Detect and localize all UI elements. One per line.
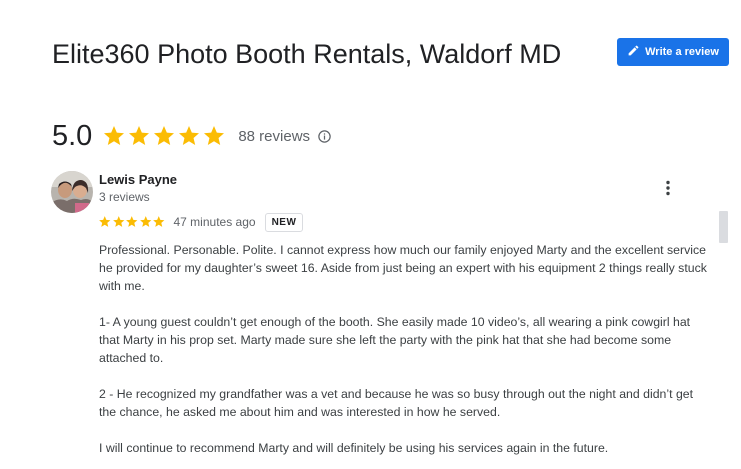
star-icon [153, 216, 165, 228]
star-icon [154, 126, 175, 145]
rating-value: 5.0 [52, 119, 93, 152]
star-icon [126, 216, 138, 228]
star-icon [139, 216, 151, 228]
reviewer-name[interactable]: Lewis Payne [99, 172, 177, 187]
place-title: Elite360 Photo Booth Rentals, Waldorf MD [52, 39, 562, 69]
star-icon [204, 126, 225, 145]
review-paragraph: 1- A young guest couldn’t get enough of … [99, 315, 691, 365]
star-icon [99, 216, 111, 228]
review-time: 47 minutes ago [173, 215, 256, 229]
review-paragraph: I will continue to recommend Marty and w… [99, 441, 609, 455]
reviews-count[interactable]: 88 reviews [238, 128, 310, 145]
star-icon [104, 126, 125, 145]
scrollbar[interactable] [719, 211, 728, 243]
review-text: Professional. Personable. Polite. I cann… [99, 241, 711, 469]
reviewer-review-count: 3 reviews [99, 190, 150, 204]
pencil-icon [627, 44, 640, 60]
star-icon [179, 126, 200, 145]
new-badge: NEW [264, 212, 304, 232]
review-stars [98, 215, 166, 229]
review-paragraph: 2 - He recognized my grandfather was a v… [99, 387, 694, 419]
star-icon [129, 126, 150, 145]
info-icon[interactable] [317, 129, 332, 144]
review-paragraph: Professional. Personable. Polite. I cann… [99, 243, 707, 293]
write-review-label: Write a review [645, 46, 719, 58]
reviews-panel: Elite360 Photo Booth Rentals, Waldorf MD… [0, 0, 741, 469]
rating-summary: 5.0 88 reviews [52, 118, 332, 154]
avatar[interactable] [51, 171, 93, 213]
star-icon [112, 216, 124, 228]
rating-stars [102, 124, 226, 148]
review-meta: 47 minutes ago NEW [98, 212, 304, 232]
write-review-button[interactable]: Write a review [617, 38, 729, 66]
more-vert-icon[interactable] [660, 178, 676, 198]
